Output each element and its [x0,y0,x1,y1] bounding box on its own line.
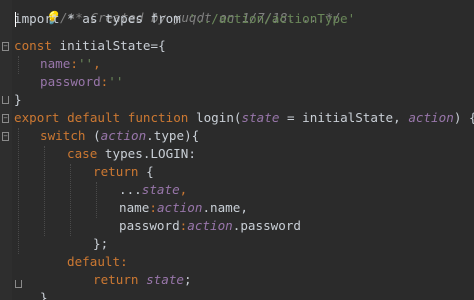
text-caret [15,12,16,27]
code-line-import[interactable]: import * as types from '../action/action… [14,10,355,28]
indent-guide [18,128,19,254]
indent-guide [44,146,45,236]
code-line-close-object[interactable]: }; [93,235,108,253]
code-line-default[interactable]: default: [67,253,128,271]
fold-icon[interactable] [2,114,9,123]
code-line-password[interactable]: password:'' [40,73,123,91]
code-line-password-action[interactable]: password:action.password [119,217,301,235]
indent-guide [18,56,19,74]
indent-guide [70,164,71,236]
fold-icon[interactable] [2,42,9,51]
code-line-return-object[interactable]: return { [93,163,154,181]
code-line-const[interactable]: const initialState={ [14,37,166,55]
fold-icon[interactable] [2,132,9,141]
code-line-name[interactable]: name:'', [40,55,101,73]
code-editor[interactable]: 💡/** Created by yuqdt on 1/7/18. ...*/ i… [0,0,474,300]
fold-icon[interactable] [2,96,9,104]
fold-icon[interactable] [15,280,22,288]
code-line-return-state[interactable]: return state; [93,271,192,289]
indent-guide [96,182,97,218]
code-line-switch[interactable]: switch (action.type){ [40,127,199,145]
code-line-case[interactable]: case types.LOGIN: [67,145,196,163]
code-line-close-brace[interactable]: } [14,91,22,109]
code-line-comment[interactable]: 💡/** Created by yuqdt on 1/7/18. ...*/ [14,0,340,25]
code-line-export[interactable]: export default function login(state = in… [14,109,474,127]
code-line-spread-state[interactable]: ...state, [119,181,187,199]
code-line-close-switch[interactable]: } [40,289,48,300]
code-line-name-action[interactable]: name:action.name, [119,199,248,217]
